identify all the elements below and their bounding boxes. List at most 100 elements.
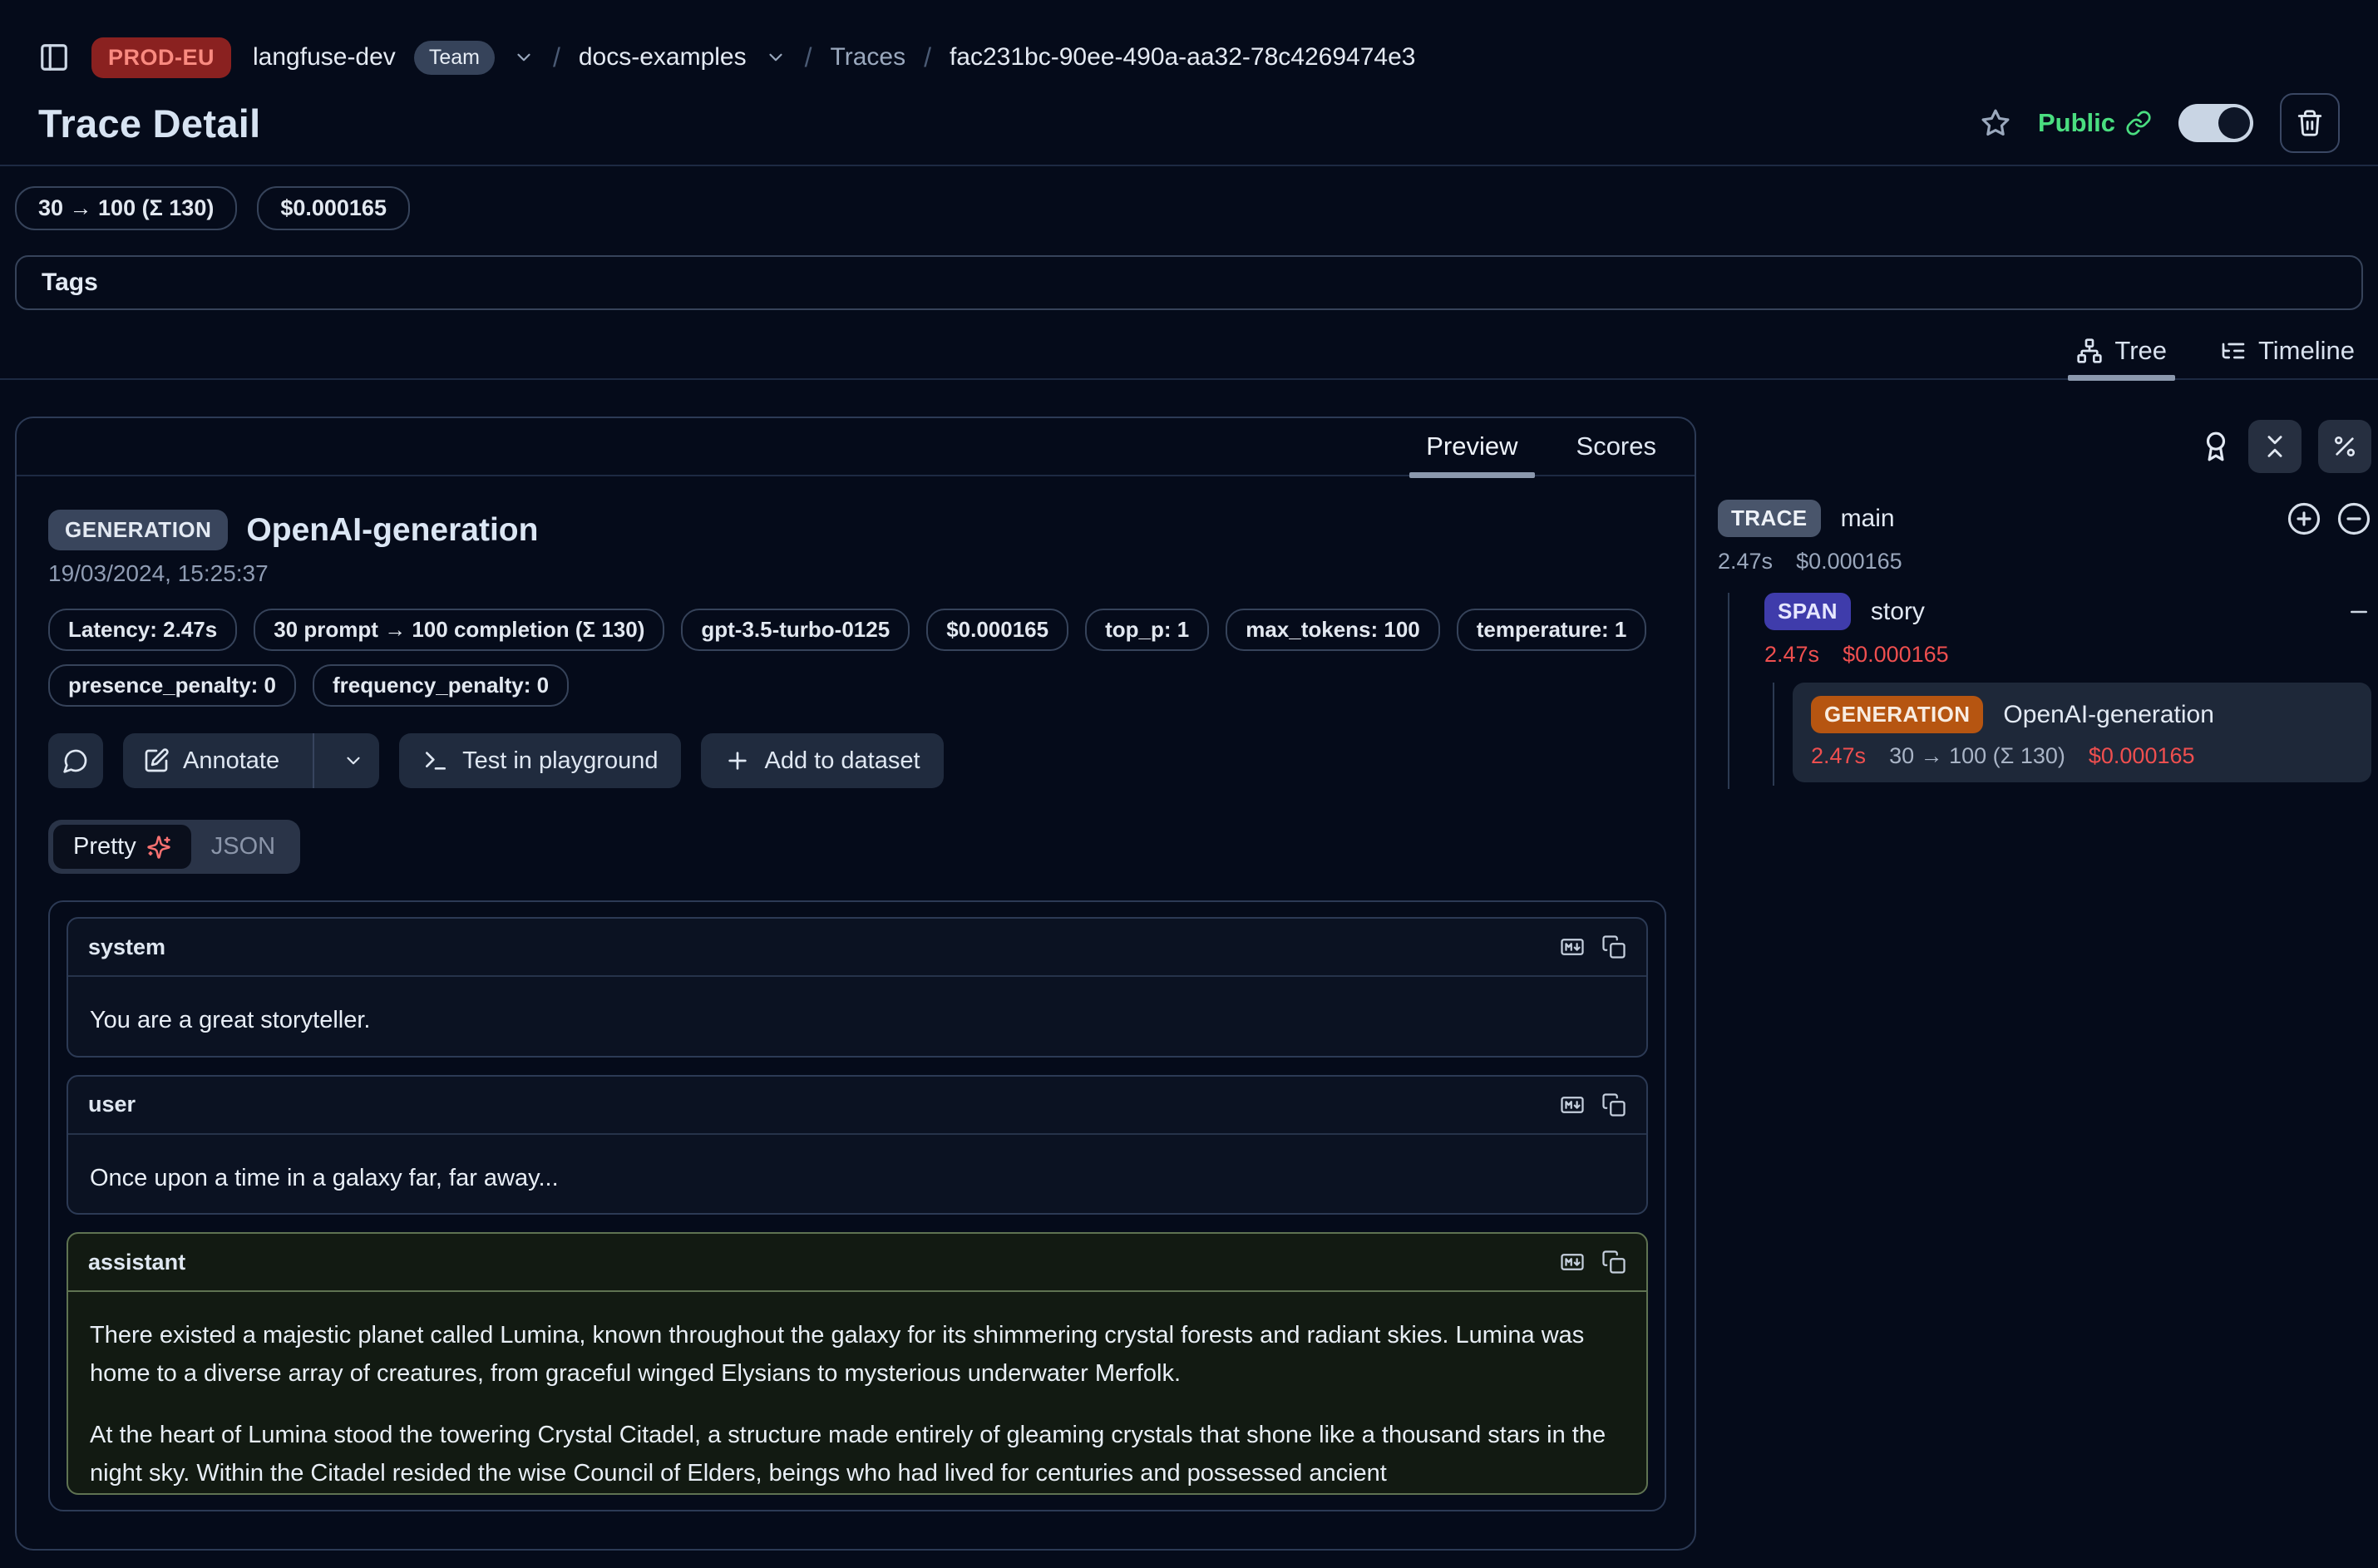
message-assistant: assistant There existed	[67, 1232, 1648, 1495]
span-name: story	[1871, 598, 1925, 626]
trace-type-badge: TRACE	[1718, 500, 1821, 537]
plus-icon	[724, 747, 751, 774]
copy-icon[interactable]	[1601, 1250, 1626, 1275]
sidebar-toggle-button[interactable]	[38, 42, 70, 73]
generation-cost: $0.000165	[2089, 743, 2195, 769]
percent-icon	[2331, 433, 2358, 460]
sparkles-icon	[146, 835, 171, 860]
test-in-playground-button[interactable]: Test in playground	[399, 733, 681, 788]
trace-children: SPAN story 2.47s $0.000165	[1728, 593, 2371, 789]
tab-tree-label: Tree	[2114, 336, 2167, 366]
pretty-label: Pretty	[73, 833, 136, 860]
tab-tree[interactable]: Tree	[2073, 335, 2170, 378]
environment-badge: PROD-EU	[91, 37, 231, 78]
chevrons-down-up-icon	[2261, 432, 2289, 461]
breadcrumb-org[interactable]: langfuse-dev	[253, 43, 396, 71]
terminal-icon	[422, 747, 449, 774]
tab-scores[interactable]: Scores	[1571, 417, 1661, 476]
generation-metrics: 2.47s 30 → 100 (Σ 130) $0.000165	[1811, 743, 2353, 769]
tab-preview[interactable]: Preview	[1421, 417, 1522, 476]
view-tabs: Tree Timeline	[0, 335, 2378, 380]
edit-pen-icon	[143, 747, 170, 774]
observation-timestamp: 19/03/2024, 15:25:37	[48, 560, 1666, 587]
bookmark-star-button[interactable]	[1980, 107, 2011, 139]
chevron-down-icon[interactable]	[513, 47, 535, 68]
format-pretty-segment[interactable]: Pretty	[53, 825, 191, 869]
markdown-toggle-icon[interactable]	[1560, 1250, 1585, 1275]
presence-penalty-badge: presence_penalty: 0	[48, 664, 296, 707]
top-p-badge: top_p: 1	[1085, 609, 1209, 651]
span-type-badge: SPAN	[1764, 593, 1851, 630]
temperature-badge: temperature: 1	[1457, 609, 1647, 651]
comment-button[interactable]	[48, 733, 103, 788]
copy-icon[interactable]	[1601, 934, 1626, 959]
tags-container[interactable]: Tags	[15, 255, 2363, 310]
title-bar: Trace Detail Public	[0, 83, 2378, 155]
message-user: user Once upon a time in a galaxy far,	[67, 1075, 1648, 1215]
span-cost: $0.000165	[1843, 642, 1949, 668]
token-usage-badge: 30 prompt → 100 completion (Σ 130)	[254, 609, 664, 651]
tab-timeline-label: Timeline	[2258, 336, 2355, 366]
award-icon	[2200, 431, 2232, 462]
chevron-down-icon[interactable]	[765, 47, 787, 68]
observation-actions: Annotate Test in playgroun	[48, 733, 1666, 788]
message-system: system You are a great storyteller.	[67, 917, 1648, 1058]
span-metrics: 2.47s $0.000165	[1764, 642, 2371, 668]
breadcrumb-separator: /	[805, 42, 812, 73]
trace-cost-badge: $0.000165	[257, 186, 410, 230]
observation-badges-row-2: presence_penalty: 0 frequency_penalty: 0	[48, 664, 1666, 707]
tree-node-generation-selected[interactable]: GENERATION OpenAI-generation 2.47s 30 → …	[1793, 683, 2371, 782]
zoom-in-circle-icon[interactable]	[2287, 501, 2321, 536]
message-text: You are a great storyteller.	[90, 1002, 1625, 1040]
annotate-button[interactable]: Annotate	[123, 733, 379, 788]
copy-icon[interactable]	[1601, 1092, 1626, 1117]
collapse-node-icon[interactable]	[2346, 599, 2371, 624]
message-role: user	[88, 1092, 136, 1117]
header-divider	[0, 165, 2378, 166]
generation-latency: 2.47s	[1811, 743, 1866, 769]
breadcrumb-separator: /	[553, 42, 560, 73]
trace-tree: TRACE main 2.47s $0.000165	[1718, 500, 2371, 789]
tree-node-trace[interactable]: TRACE main	[1718, 500, 2371, 537]
collapse-all-button[interactable]	[2248, 420, 2302, 473]
trace-detail-page: PROD-EU langfuse-dev Team / docs-example…	[0, 0, 2378, 1568]
scores-toggle-button[interactable]	[2200, 431, 2232, 462]
trace-latency: 2.47s	[1718, 549, 1773, 574]
observation-badges-row-1: Latency: 2.47s 30 prompt → 100 completio…	[48, 609, 1666, 651]
trace-badges-row: 30 → 100 (Σ 130) $0.000165	[15, 186, 2363, 230]
page-title: Trace Detail	[38, 101, 260, 146]
generation-type-badge: GENERATION	[1811, 696, 1983, 733]
breadcrumb-trace-id: fac231bc-90ee-490a-aa32-78c4269474e3	[950, 43, 1415, 71]
breadcrumb-traces-link[interactable]: Traces	[831, 43, 906, 71]
messages-container: system You are a great storyteller.	[48, 900, 1666, 1511]
annotate-dropdown[interactable]	[328, 733, 379, 788]
org-type-badge: Team	[414, 41, 495, 75]
format-json-segment[interactable]: JSON	[191, 825, 295, 869]
delete-trace-button[interactable]	[2280, 93, 2340, 153]
json-label: JSON	[211, 833, 275, 860]
star-icon	[1980, 107, 2011, 139]
public-toggle[interactable]	[2178, 104, 2253, 142]
metrics-display-button[interactable]	[2318, 420, 2371, 473]
format-toggle: Pretty JSON	[48, 820, 300, 874]
add-to-dataset-button[interactable]: Add to dataset	[701, 733, 943, 788]
button-divider	[313, 733, 314, 788]
tree-node-span[interactable]: SPAN story	[1764, 593, 2371, 630]
timeline-icon	[2220, 338, 2247, 364]
link-icon	[2125, 110, 2152, 136]
zoom-out-circle-icon[interactable]	[2336, 501, 2371, 536]
public-label: Public	[2038, 108, 2115, 138]
markdown-toggle-icon[interactable]	[1560, 934, 1585, 959]
chevron-down-icon	[343, 750, 364, 772]
markdown-toggle-icon[interactable]	[1560, 1092, 1585, 1117]
message-text: Once upon a time in a galaxy far, far aw…	[90, 1160, 1625, 1198]
model-badge[interactable]: gpt-3.5-turbo-0125	[681, 609, 910, 651]
observation-preview-panel: Preview Scores GENERATION OpenAI-generat…	[15, 417, 1696, 1551]
panel-left-icon	[38, 42, 70, 73]
public-link-group[interactable]: Public	[2038, 108, 2152, 138]
breadcrumb-project[interactable]: docs-examples	[579, 43, 747, 71]
generation-name: OpenAI-generation	[2003, 701, 2214, 729]
comment-icon	[62, 747, 89, 774]
span-children: GENERATION OpenAI-generation 2.47s 30 → …	[1773, 683, 2371, 786]
tab-timeline[interactable]: Timeline	[2217, 335, 2358, 378]
